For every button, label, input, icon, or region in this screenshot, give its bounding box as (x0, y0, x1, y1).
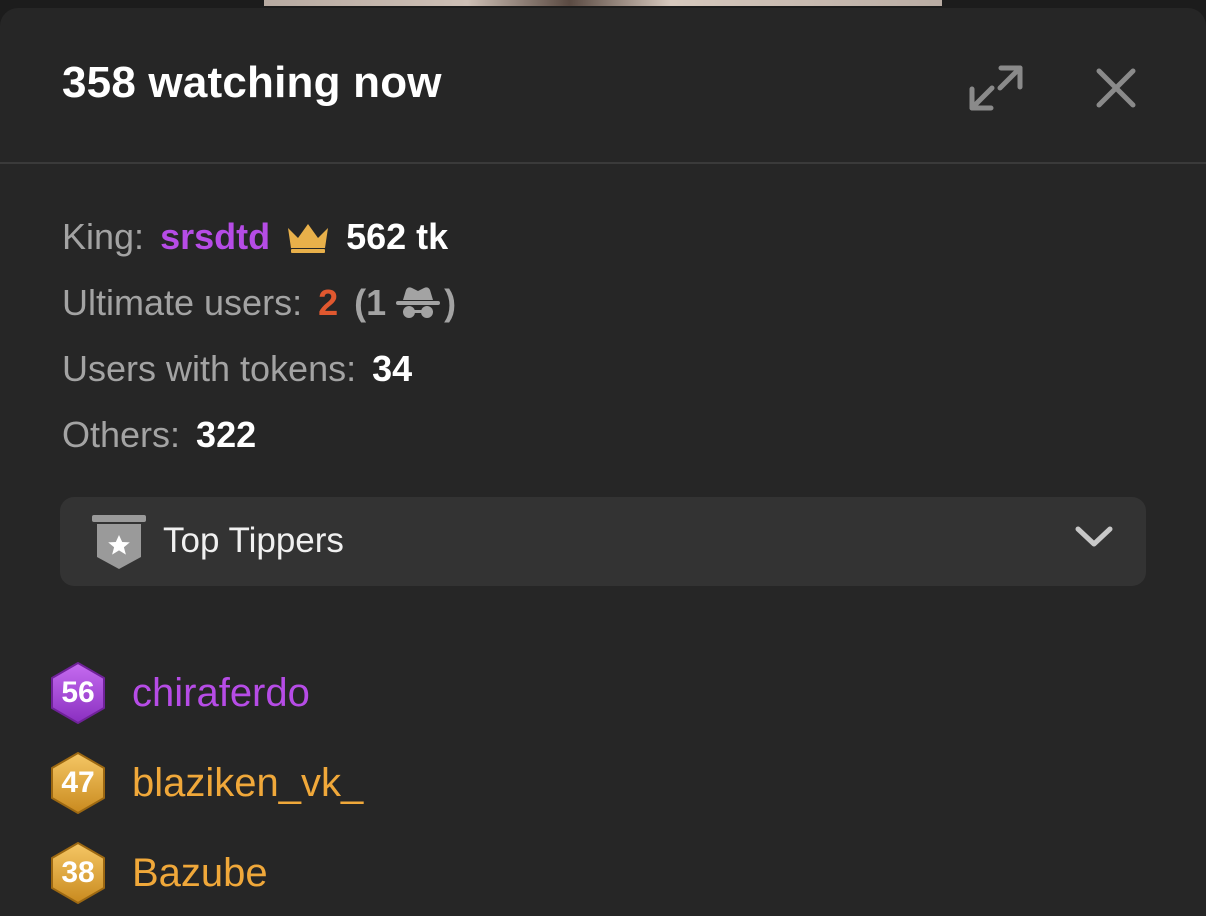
incognito-icon (394, 286, 442, 320)
level-number: 38 (61, 856, 95, 889)
tokens-label: Users with tokens: (62, 348, 357, 389)
others-count: 322 (196, 414, 257, 455)
page-title: 358 watching now (62, 58, 442, 107)
top-tippers-dropdown[interactable]: Top Tippers (60, 497, 1146, 586)
tipper-username[interactable]: Bazube (132, 851, 268, 896)
close-button[interactable] (1084, 56, 1148, 120)
level-number: 56 (61, 676, 95, 709)
ultimate-label: Ultimate users: (62, 282, 303, 323)
expand-icon (969, 65, 1023, 111)
star-badge-icon (92, 515, 146, 574)
dropdown-label: Top Tippers (163, 521, 344, 560)
expand-button[interactable] (964, 56, 1028, 120)
tipper-username[interactable]: blaziken_vk_ (132, 761, 363, 806)
top-tippers-list: 56 chiraferdo 47 blaziken_vk_ 38 Bazube (48, 648, 363, 916)
others-label: Others: (62, 414, 181, 455)
tokens-row: Users with tokens: 34 (62, 336, 456, 402)
ultimate-count: 2 (318, 282, 339, 323)
tipper-row[interactable]: 47 blaziken_vk_ (48, 738, 363, 828)
viewer-stats: King: srsdtd 562 tk Ultimate users: 2 ( … (62, 204, 456, 468)
level-badge: 56 (48, 661, 108, 725)
close-icon (1096, 68, 1136, 108)
anonymous-count: ( 1 ) (354, 282, 456, 324)
chevron-down-icon (1074, 523, 1114, 556)
viewers-panel: 358 watching now King: srsdtd 562 tk Ult… (0, 8, 1206, 916)
king-amount: 562 tk (346, 216, 449, 257)
ultimate-row: Ultimate users: 2 ( 1 ) (62, 270, 456, 336)
king-username[interactable]: srsdtd (160, 216, 270, 258)
paren-close: ) (444, 282, 457, 323)
crown-icon (284, 220, 332, 254)
viewers-page: 358 watching now King: srsdtd 562 tk Ult… (0, 0, 1206, 916)
video-preview[interactable] (264, 0, 942, 6)
panel-header: 358 watching now (0, 8, 1206, 164)
tokens-count: 34 (372, 348, 413, 389)
level-badge: 38 (48, 841, 108, 905)
others-row: Others: 322 (62, 402, 456, 468)
king-row: King: srsdtd 562 tk (62, 204, 456, 270)
level-badge: 47 (48, 751, 108, 815)
level-number: 47 (61, 766, 95, 799)
king-label: King: (62, 216, 145, 257)
tipper-row[interactable]: 38 Bazube (48, 828, 363, 916)
anonymous-number: 1 (366, 282, 387, 323)
tipper-row[interactable]: 56 chiraferdo (48, 648, 363, 738)
tipper-username[interactable]: chiraferdo (132, 671, 310, 716)
paren-open: ( (354, 282, 367, 323)
